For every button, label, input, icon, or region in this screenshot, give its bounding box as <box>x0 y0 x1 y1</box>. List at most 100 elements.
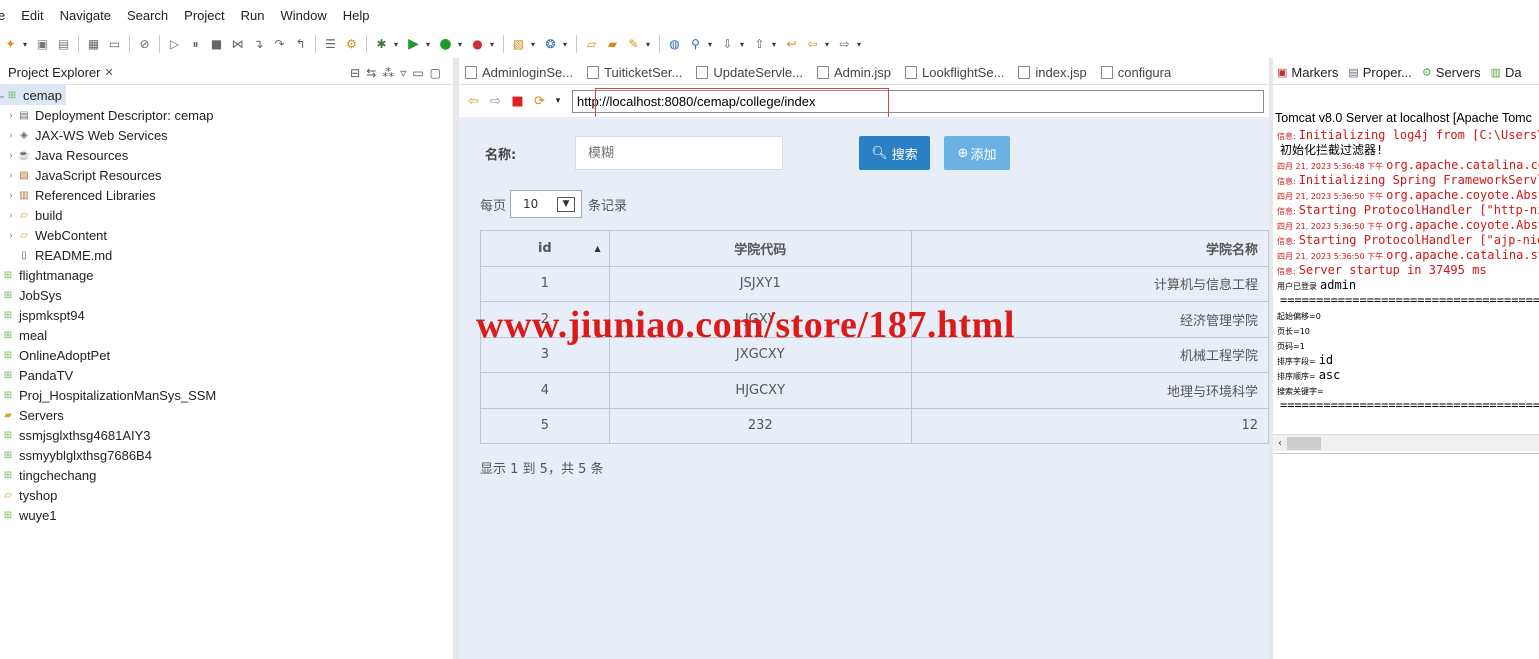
new-server-dropdown-icon[interactable]: ▾ <box>529 36 537 53</box>
tree-item[interactable]: › ▤ Deployment Descriptor: cemap <box>0 105 453 125</box>
scroll-left-icon[interactable]: ‹ <box>1273 438 1287 449</box>
prev-annotation-dropdown-icon[interactable]: ▾ <box>770 36 778 53</box>
open-type-icon[interactable]: ❂ <box>542 36 559 53</box>
menu-edit[interactable]: Edit <box>13 8 51 23</box>
tree-item[interactable]: › ▱ WebContent <box>0 225 453 245</box>
prev-annotation-icon[interactable]: ⇧ <box>751 36 768 53</box>
minimize-icon[interactable]: ▭ <box>412 66 423 80</box>
search-ide-dropdown-icon[interactable]: ▾ <box>706 36 714 53</box>
tree-item[interactable]: ⊞ JobSys <box>0 285 453 305</box>
pencil-dropdown-icon[interactable]: ▾ <box>644 36 652 53</box>
table-row[interactable]: 5 232 12 <box>480 407 1270 444</box>
coverage-icon[interactable]: ● <box>469 36 486 53</box>
menu-project[interactable]: Project <box>176 8 232 23</box>
next-annotation-dropdown-icon[interactable]: ▾ <box>738 36 746 53</box>
last-edit-icon[interactable]: ↩ <box>783 36 800 53</box>
browser-forward-icon[interactable]: ⇨ <box>487 93 504 110</box>
coverage-dropdown-icon[interactable]: ▾ <box>488 36 496 53</box>
tree-item[interactable]: › ☕ Java Resources <box>0 145 453 165</box>
tree-item[interactable]: › ◈ JAX-WS Web Services <box>0 125 453 145</box>
link-editor-icon[interactable]: ⇆ <box>366 66 376 80</box>
debug-dropdown-icon[interactable]: ▾ <box>392 36 400 53</box>
maximize-icon[interactable]: ▢ <box>430 66 441 80</box>
back-icon[interactable]: ⇦ <box>804 36 821 53</box>
tab-servers[interactable]: ⚙ Servers <box>1418 65 1487 80</box>
tree-item[interactable]: ⊞ ssmyyblglxthsg7686B4 <box>0 445 453 465</box>
search-ide-icon[interactable]: ⚲ <box>687 36 704 53</box>
filter-icon[interactable]: ⁂ <box>382 66 394 80</box>
open-project-icon[interactable]: ▰ <box>604 36 621 53</box>
binary-icon[interactable]: ▦ <box>85 36 102 53</box>
tree-item[interactable]: ⊞ wuye1 <box>0 505 453 525</box>
table-row[interactable]: 4 HJGCXY 地理与环境科学 <box>480 372 1270 409</box>
chevron-right-icon[interactable]: › <box>6 230 16 240</box>
search-input[interactable] <box>575 136 783 170</box>
page-size-select[interactable]: 10 ▼ <box>510 190 583 218</box>
close-icon[interactable]: ✕ <box>104 66 113 79</box>
search-button[interactable]: 🔍︎ 搜索 <box>859 136 930 170</box>
column-header-id[interactable]: id ▲ <box>480 230 610 267</box>
chevron-right-icon[interactable]: › <box>6 110 16 120</box>
browser-stop-icon[interactable]: ■ <box>509 93 526 110</box>
menu-file[interactable]: e <box>0 8 13 23</box>
globe-icon[interactable]: ◍ <box>666 36 683 53</box>
editor-tab[interactable]: Admin.jsp <box>811 65 899 80</box>
disconnect-icon[interactable]: ⋈ <box>229 36 246 53</box>
column-header-name[interactable]: 学院名称 <box>910 230 1270 267</box>
save-all-icon[interactable]: ▤ <box>55 36 72 53</box>
scrollbar-thumb[interactable] <box>1287 436 1321 450</box>
forward-icon[interactable]: ⇨ <box>836 36 853 53</box>
refactor-icon[interactable]: ⚙ <box>343 36 360 53</box>
run-last-icon[interactable]: ● <box>437 36 454 53</box>
forward-dropdown-icon[interactable]: ▾ <box>855 36 863 53</box>
tree-item[interactable]: ⊞ jspmkspt94 <box>0 305 453 325</box>
run-last-dropdown-icon[interactable]: ▾ <box>456 36 464 53</box>
editor-tab[interactable]: AdminloginSe... <box>459 65 581 80</box>
menu-search[interactable]: Search <box>119 8 176 23</box>
table-row[interactable]: 1 JSJXY1 计算机与信息工程 <box>480 265 1270 302</box>
browser-menu-icon[interactable]: ▾ <box>553 93 563 110</box>
chevron-right-icon[interactable]: › <box>6 170 16 180</box>
editor-tab[interactable]: index.jsp <box>1012 65 1094 80</box>
tree-item[interactable]: ⊞ tingchechang <box>0 465 453 485</box>
outline-icon[interactable]: ☰ <box>322 36 339 53</box>
add-button[interactable]: ⊕ 添加 <box>944 136 1010 170</box>
chevron-right-icon[interactable]: › <box>6 190 16 200</box>
url-field[interactable]: http://localhost:8080/cemap/college/inde… <box>572 87 1264 123</box>
browser-refresh-icon[interactable]: ⟳ <box>531 93 548 110</box>
tree-item[interactable]: ⊞ PandaTV <box>0 365 453 385</box>
pencil-icon[interactable]: ✎ <box>625 36 642 53</box>
tree-item[interactable]: › ▱ build <box>0 205 453 225</box>
column-header-code[interactable]: 学院代码 <box>608 230 912 267</box>
browser-back-icon[interactable]: ⇦ <box>465 93 482 110</box>
console-icon[interactable]: ▭ <box>106 36 123 53</box>
editor-tab[interactable]: TuiticketSer... <box>581 65 690 80</box>
tree-item[interactable]: ⊞ meal <box>0 325 453 345</box>
project-explorer-title[interactable]: Project Explorer <box>8 65 100 80</box>
tab-properties[interactable]: ▤ Proper... <box>1344 65 1418 80</box>
tree-item[interactable]: ▰ Servers <box>0 405 453 425</box>
chevron-right-icon[interactable]: › <box>6 210 16 220</box>
new-server-icon[interactable]: ▧ <box>510 36 527 53</box>
step-into-icon[interactable]: ↴ <box>250 36 267 53</box>
menu-help[interactable]: Help <box>335 8 378 23</box>
console-output[interactable]: Tomcat v8.0 Server at localhost [Apache … <box>1273 85 1539 413</box>
menu-window[interactable]: Window <box>272 8 334 23</box>
new-dropdown-icon[interactable]: ▾ <box>21 36 29 53</box>
tree-item[interactable]: ⊞ ssmjsglxthsg4681AIY3 <box>0 425 453 445</box>
tab-markers[interactable]: ▣ Markers <box>1273 65 1344 80</box>
resume-icon[interactable]: ▷ <box>166 36 183 53</box>
open-folder-icon[interactable]: ▱ <box>583 36 600 53</box>
skip-breakpoints-icon[interactable]: ⊘ <box>136 36 153 53</box>
editor-tab[interactable]: LookflightSe... <box>899 65 1012 80</box>
suspend-icon[interactable]: ⏸ <box>187 36 204 53</box>
tree-item[interactable]: › ▧ JavaScript Resources <box>0 165 453 185</box>
step-over-icon[interactable]: ↷ <box>271 36 288 53</box>
tree-item[interactable]: ⊞ Proj_HospitalizationManSys_SSM <box>0 385 453 405</box>
menu-navigate[interactable]: Navigate <box>52 8 119 23</box>
open-type-dropdown-icon[interactable]: ▾ <box>561 36 569 53</box>
chevron-right-icon[interactable]: › <box>6 150 16 160</box>
tree-item[interactable]: ▱ tyshop <box>0 485 453 505</box>
tree-item[interactable]: › ▥ Referenced Libraries <box>0 185 453 205</box>
new-icon[interactable]: ✦ <box>2 36 19 53</box>
